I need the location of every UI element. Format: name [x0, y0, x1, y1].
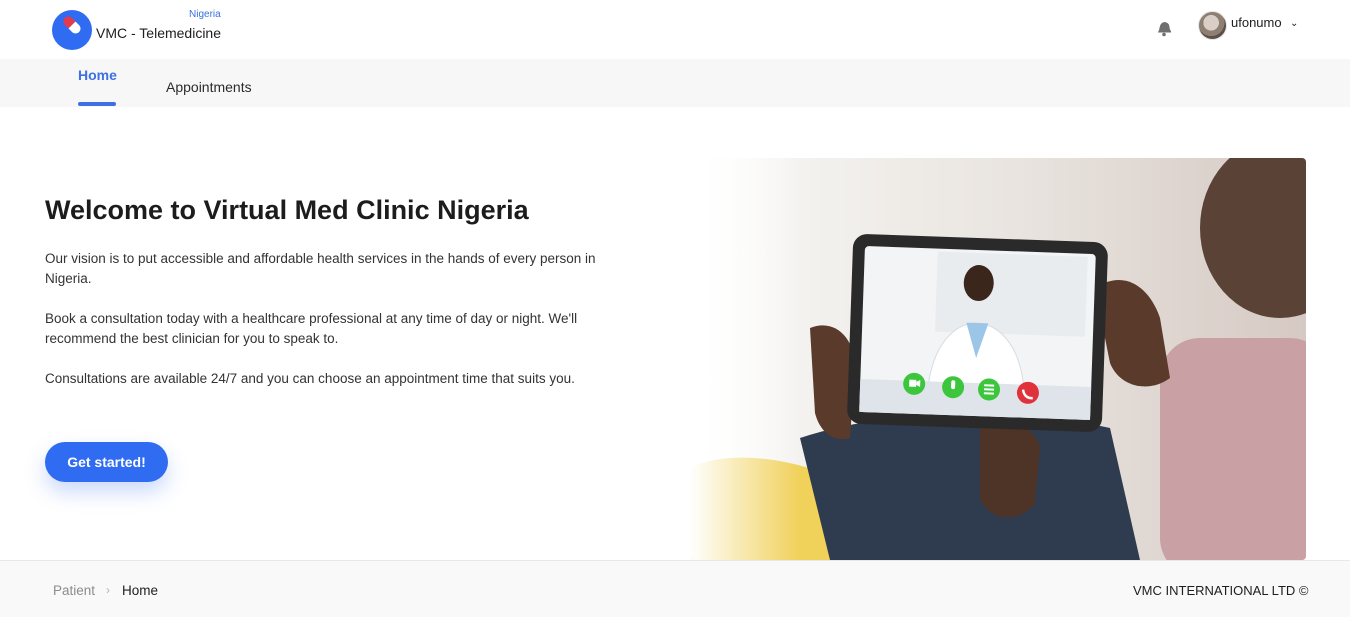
- copyright-text: VMC INTERNATIONAL LTD ©: [1133, 583, 1309, 598]
- tab-appointments[interactable]: Appointments: [166, 79, 252, 95]
- chevron-down-icon[interactable]: ⌄: [1290, 18, 1298, 29]
- breadcrumb-home: Home: [122, 583, 159, 598]
- active-tab-indicator: [78, 102, 116, 106]
- page-title: Welcome to Virtual Med Clinic Nigeria: [45, 195, 529, 225]
- bell-icon[interactable]: [1153, 17, 1175, 39]
- nav-tabs: Home Appointments: [0, 59, 1350, 107]
- top-header: Nigeria VMC - Telemedicine ufonumo ⌄: [0, 0, 1350, 59]
- breadcrumb-patient[interactable]: Patient: [53, 583, 95, 598]
- availability-paragraph: Consultations are available 24/7 and you…: [45, 371, 575, 386]
- vision-paragraph: Our vision is to put accessible and affo…: [45, 251, 596, 286]
- username[interactable]: ufonumo: [1231, 15, 1282, 30]
- app-name[interactable]: VMC - Telemedicine: [96, 25, 221, 41]
- logo-region-label: Nigeria: [189, 9, 221, 20]
- breadcrumb-separator: ›: [106, 583, 110, 597]
- get-started-button[interactable]: Get started!: [45, 442, 168, 482]
- hero-image: [690, 158, 1306, 560]
- avatar[interactable]: [1198, 11, 1227, 40]
- tab-home[interactable]: Home: [78, 67, 117, 83]
- booking-paragraph: Book a consultation today with a healthc…: [45, 311, 578, 346]
- hero-fade-overlay: [690, 158, 800, 560]
- footer: Patient › Home VMC INTERNATIONAL LTD ©: [0, 560, 1350, 617]
- pill-icon[interactable]: [52, 10, 92, 50]
